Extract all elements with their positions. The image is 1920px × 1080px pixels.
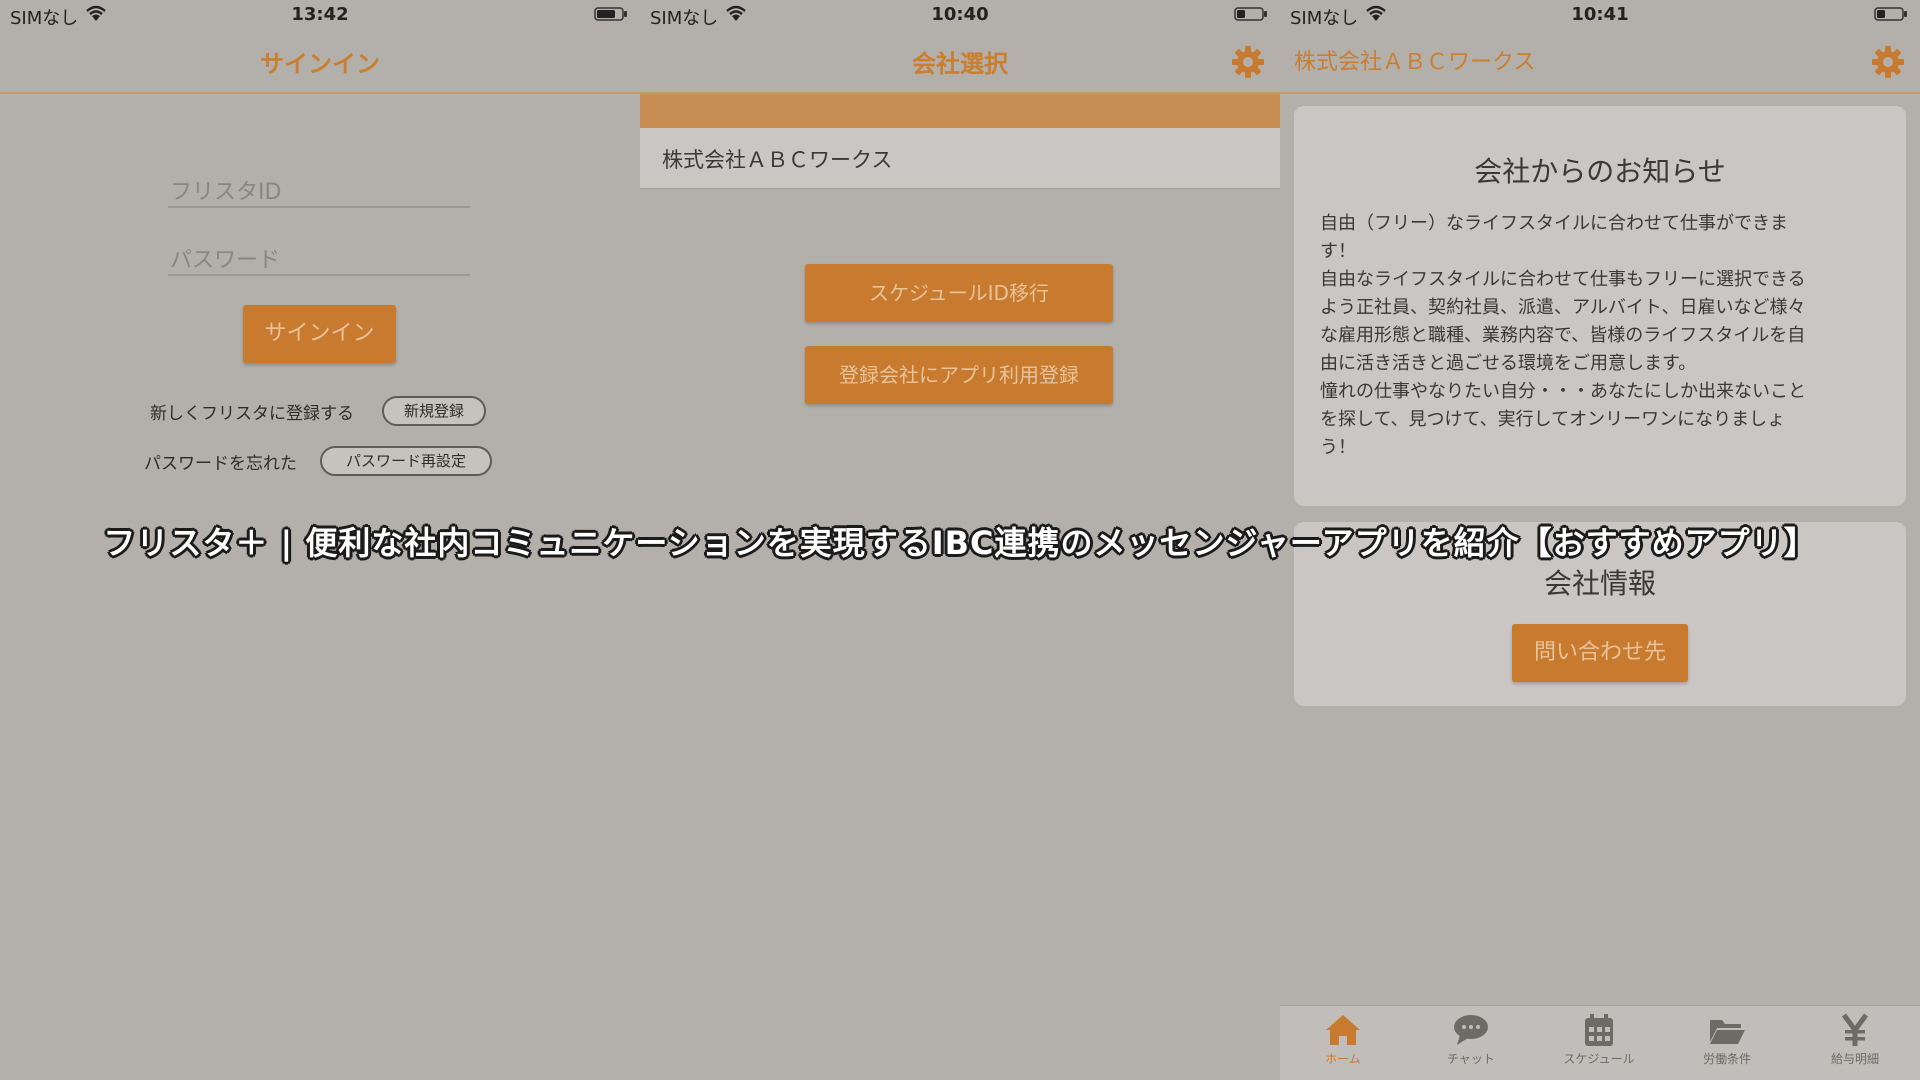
notice-line: す！ <box>1320 241 1356 262</box>
status-bar: SIMなし 13:42 <box>0 0 640 30</box>
nav-bar: 会社選択 <box>640 30 1280 94</box>
tab-chat[interactable]: チャット <box>1411 1012 1531 1067</box>
notice-line: 自由なライフスタイルに合わせて仕事もフリーに選択できる <box>1320 269 1806 290</box>
notice-line: う！ <box>1320 437 1356 458</box>
yen-icon <box>1841 1013 1869 1046</box>
notice-title: 会社からのお知らせ <box>1474 155 1726 188</box>
freesta-id-input[interactable]: フリスタID <box>168 166 470 208</box>
tab-home[interactable]: ホーム <box>1283 1012 1403 1067</box>
clock: 10:41 <box>1571 4 1629 25</box>
article-title-overlay: フリスタ＋ | 便利な社内コミュニケーションを実現するIBC連携のメッセンジャー… <box>103 524 1817 562</box>
nav-bar: 株式会社ＡＢＣワークス <box>1280 30 1920 94</box>
folder-icon <box>1710 1020 1745 1044</box>
tab-label: スケジュール <box>1563 1052 1635 1066</box>
tab-schedule[interactable]: スケジュール <box>1539 1012 1659 1067</box>
tab-working-conditions[interactable]: 労働条件 <box>1667 1012 1787 1067</box>
bottom-tab-bar: ホーム チャット スケジュール 労働条件 給与明細 <box>1280 1005 1920 1080</box>
status-bar: SIMなし 10:40 <box>640 0 1280 30</box>
forgot-password-text: パスワードを忘れた <box>144 454 297 474</box>
battery-icon <box>1234 7 1267 21</box>
page-title: サインイン <box>260 50 380 78</box>
battery-icon <box>1874 7 1907 21</box>
signin-button[interactable]: サインイン <box>243 305 396 363</box>
password-placeholder: パスワード <box>170 248 281 273</box>
notice-line: 由に活き活きと過ごせる環境をご用意します。 <box>1320 353 1697 374</box>
tab-label: 給与明細 <box>1830 1052 1879 1066</box>
register-prompt: 新しくフリスタに登録する <box>150 404 354 424</box>
reset-password-button[interactable]: パスワード再設定 <box>320 446 492 476</box>
gear-icon[interactable] <box>1870 44 1906 80</box>
notice-line: な雇用形態と職種、業務内容で、皆様のライフスタイルを自 <box>1320 325 1806 346</box>
clock: 10:40 <box>931 4 989 25</box>
calendar-icon <box>1585 1014 1613 1046</box>
company-title: 株式会社ＡＢＣワークス <box>1294 50 1536 75</box>
notice-line: 自由（フリー）なライフスタイルに合わせて仕事ができま <box>1320 213 1788 234</box>
tab-label: ホーム <box>1325 1052 1361 1066</box>
contact-button[interactable]: 問い合わせ先 <box>1512 624 1688 682</box>
nav-bar: サインイン <box>0 30 640 94</box>
tab-label: チャット <box>1447 1052 1495 1066</box>
new-registration-button[interactable]: 新規登録 <box>382 396 486 426</box>
battery-icon <box>594 7 627 21</box>
notice-line: よう正社員、契約社員、派遣、アルバイト、日雇いなど様々 <box>1320 297 1806 318</box>
tab-label: 労働条件 <box>1702 1052 1751 1066</box>
page-title: 会社選択 <box>912 50 1008 78</box>
notice-body: 自由（フリー）なライフスタイルに合わせて仕事ができま す！ 自由なライフスタイル… <box>1320 210 1880 462</box>
chat-icon <box>1454 1015 1488 1045</box>
section-header-bar <box>640 94 1280 128</box>
notice-line: を探して、見つけて、実行してオンリーワンになりましょ <box>1320 409 1786 430</box>
company-name: 株式会社ＡＢＣワークス <box>662 148 893 172</box>
clock: 13:42 <box>291 4 349 25</box>
notice-line: 憧れの仕事やなりたい自分・・・あなたにしか出来ないこと <box>1320 381 1806 402</box>
company-list-item[interactable]: 株式会社ＡＢＣワークス <box>640 128 1280 189</box>
schedule-id-migration-button[interactable]: スケジュールID移行 <box>805 264 1113 322</box>
tab-payslip[interactable]: 給与明細 <box>1795 1012 1915 1067</box>
status-bar: SIMなし 10:41 <box>1280 0 1920 30</box>
id-placeholder: フリスタID <box>170 180 282 205</box>
notice-card: 会社からのお知らせ 自由（フリー）なライフスタイルに合わせて仕事ができま す！ … <box>1294 106 1906 506</box>
password-input[interactable]: パスワード <box>168 234 470 276</box>
company-info-title: 会社情報 <box>1543 567 1656 600</box>
app-registration-button[interactable]: 登録会社にアプリ利用登録 <box>805 346 1113 404</box>
home-icon <box>1326 1015 1360 1045</box>
gear-icon[interactable] <box>1230 44 1266 80</box>
